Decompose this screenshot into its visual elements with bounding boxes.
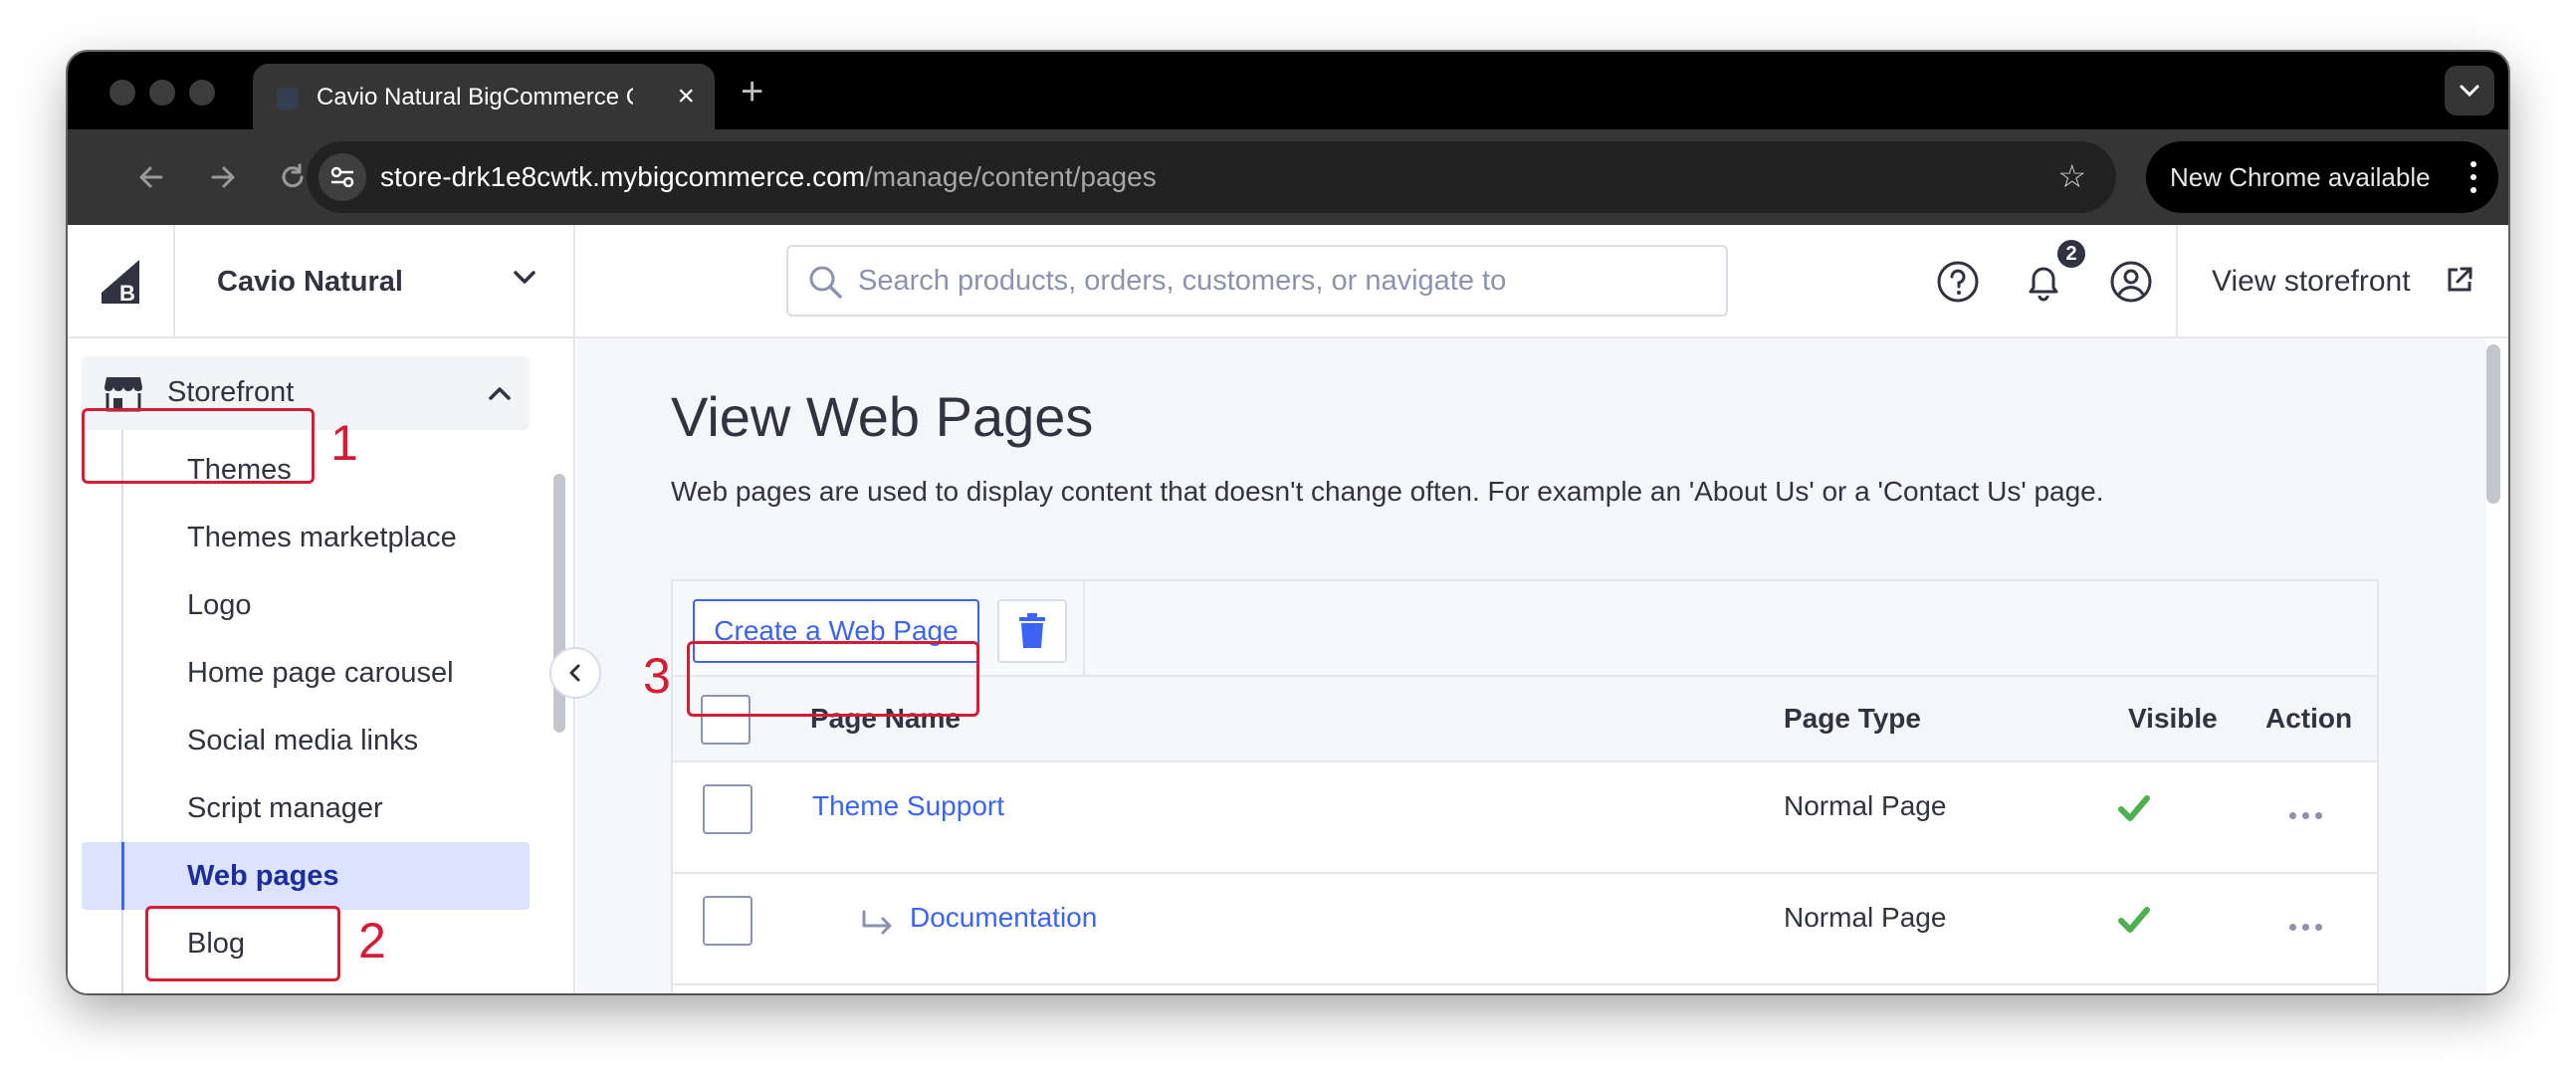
annotation-box-web-pages — [145, 906, 340, 981]
svg-text:B: B — [119, 281, 135, 306]
page-description: Web pages are used to display content th… — [671, 476, 2104, 507]
visible-check-icon — [2118, 795, 2150, 821]
account-icon[interactable] — [2108, 259, 2154, 305]
store-switcher[interactable]: Cavio Natural — [175, 225, 575, 338]
sidebar-item-script-manager[interactable]: Script manager — [82, 774, 530, 842]
tab-strip: Cavio Natural BigCommerce Co × + — [68, 52, 2508, 131]
new-tab-button[interactable]: + — [741, 70, 763, 114]
page-name-link[interactable]: Documentation — [910, 902, 1097, 934]
visible-check-icon — [2118, 907, 2150, 933]
tab-search-button[interactable] — [2445, 66, 2494, 115]
collapse-sidebar-button[interactable] — [549, 647, 601, 699]
child-page-arrow-icon — [862, 910, 892, 935]
column-header-visible[interactable]: Visible — [2128, 703, 2218, 735]
update-label: New Chrome available — [2170, 161, 2431, 192]
sidebar-item-web-pages[interactable]: Web pages — [82, 842, 530, 910]
window-close-dot[interactable] — [109, 80, 135, 106]
bigcommerce-app: B Cavio Natural Search products, orders,… — [68, 225, 2508, 993]
view-storefront-label: View storefront — [2212, 265, 2411, 298]
row-checkbox[interactable] — [703, 784, 752, 834]
table-row: Theme Support Normal Page — [673, 762, 2377, 874]
storefront-icon — [105, 377, 142, 412]
sidebar-item-label: Social media links — [187, 724, 419, 756]
table-row — [673, 985, 2377, 993]
page-title: View Web Pages — [671, 385, 1094, 448]
external-link-icon — [2448, 267, 2472, 292]
address-bar[interactable]: store-drk1e8cwtk.mybigcommerce.com/manag… — [307, 141, 2116, 213]
help-icon[interactable] — [1935, 259, 1981, 305]
tab-title: Cavio Natural BigCommerce Co — [317, 84, 633, 110]
window-minimize-dot[interactable] — [149, 80, 175, 106]
trash-icon — [1019, 613, 1045, 648]
table-row: Documentation Normal Page — [673, 874, 2377, 985]
tab-close-icon[interactable]: × — [677, 80, 695, 113]
sidebar-item-label: Themes marketplace — [187, 521, 457, 553]
chevron-up-icon — [489, 387, 511, 400]
back-arrow-icon — [139, 166, 163, 188]
annotation-box-create-web-page — [687, 641, 979, 717]
main-scrollbar[interactable] — [2486, 344, 2500, 504]
back-button[interactable] — [125, 151, 177, 203]
bigcommerce-logo-icon: B — [102, 260, 139, 306]
sidebar-item-label: Web pages — [187, 859, 339, 892]
forward-button[interactable] — [197, 151, 249, 203]
forward-arrow-icon — [211, 166, 235, 188]
tab-favicon-icon — [277, 88, 299, 109]
bookmark-star-icon[interactable]: ☆ — [2057, 157, 2086, 195]
annotation-number-3: 3 — [643, 648, 671, 704]
tab-search-chevron-icon — [2460, 85, 2479, 98]
brand-logo[interactable]: B — [68, 225, 175, 338]
page-type: Normal Page — [1784, 902, 1947, 933]
view-storefront-link[interactable]: View storefront — [2176, 225, 2508, 338]
page-name-link[interactable]: Theme Support — [812, 790, 1004, 822]
url-text: store-drk1e8cwtk.mybigcommerce.com/manag… — [380, 161, 1157, 193]
page-type: Normal Page — [1784, 790, 1947, 821]
site-info-icon — [330, 166, 354, 188]
row-checkbox[interactable] — [703, 896, 752, 946]
more-vert-icon[interactable] — [2470, 161, 2476, 193]
chevron-left-icon — [569, 664, 580, 682]
notification-count-badge: 2 — [2054, 237, 2088, 271]
sidebar-item-themes-marketplace[interactable]: Themes marketplace — [82, 504, 530, 571]
search-input[interactable]: Search products, orders, customers, or n… — [786, 245, 1728, 317]
browser-tab[interactable]: Cavio Natural BigCommerce Co × — [253, 64, 715, 131]
sidebar-item-label: Home page carousel — [187, 656, 454, 689]
search-placeholder: Search products, orders, customers, or n… — [858, 264, 1507, 297]
browser-window: Cavio Natural BigCommerce Co × + store-d… — [68, 52, 2508, 993]
toolbar-divider — [1083, 581, 1085, 677]
column-header-action: Action — [2265, 703, 2353, 734]
sidebar-item-logo[interactable]: Logo — [82, 571, 530, 639]
chrome-update-button[interactable]: New Chrome available — [2146, 141, 2498, 213]
sidebar-item-home-page-carousel[interactable]: Home page carousel — [82, 639, 530, 707]
annotation-number-1: 1 — [330, 415, 358, 471]
delete-button[interactable] — [997, 599, 1067, 663]
row-actions-menu-icon[interactable] — [2289, 924, 2322, 931]
sidebar-item-label: Script manager — [187, 791, 383, 824]
column-header-page-type[interactable]: Page Type — [1784, 703, 1921, 735]
browser-toolbar: store-drk1e8cwtk.mybigcommerce.com/manag… — [68, 129, 2508, 225]
app-header: B Cavio Natural Search products, orders,… — [68, 225, 2508, 338]
search-icon — [809, 266, 842, 299]
sidebar-item-social-media-links[interactable]: Social media links — [82, 707, 530, 774]
annotation-box-storefront — [82, 408, 315, 484]
sidebar-item-label: Logo — [187, 588, 252, 621]
sidebar-section-label: Storefront — [167, 376, 295, 408]
store-name: Cavio Natural — [217, 265, 403, 298]
row-actions-menu-icon[interactable] — [2289, 812, 2322, 819]
url-path: /manage/content/pages — [865, 161, 1157, 192]
annotation-number-2: 2 — [358, 913, 386, 969]
site-info-button[interactable] — [319, 153, 366, 201]
chevron-down-icon — [514, 271, 536, 284]
url-host: store-drk1e8cwtk.mybigcommerce.com — [380, 161, 866, 192]
reload-icon — [282, 163, 304, 188]
window-zoom-dot[interactable] — [189, 80, 215, 106]
